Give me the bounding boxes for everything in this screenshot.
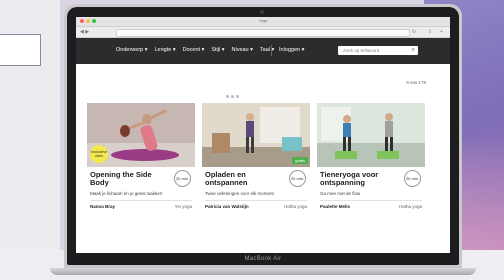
laptop-base [50,268,476,275]
address-bar[interactable] [116,29,410,37]
browser-window: Yoga ◀ ▶ ↻ ⇪ + Onderwerp ▾ Lengte ▾ Doce… [76,17,450,253]
laptop: Yoga ◀ ▶ ↻ ⇪ + Onderwerp ▾ Lengte ▾ Doce… [64,4,462,270]
nav-lengte[interactable]: Lengte ▾ [155,47,176,53]
nav-niveau[interactable]: Niveau ▾ [232,47,253,53]
card-category[interactable]: Yin yoga [175,204,192,209]
share-icon[interactable]: ⇪ [428,29,432,35]
screen-bezel: Yoga ◀ ▶ ↻ ⇪ + Onderwerp ▾ Lengte ▾ Doce… [67,7,459,265]
browser-toolbar: ◀ ▶ ↻ ⇪ + [76,27,450,38]
login-menu[interactable]: Inloggen ▾ [279,47,304,53]
search-placeholder: Zoek op trefwoord [343,48,380,53]
free-tag: gratis [292,157,308,164]
window-titlebar: Yoga [76,17,450,27]
nav-divider [271,45,272,56]
carousel-dots [226,95,239,98]
exclusive-badge: exclusieve video [90,145,108,163]
card-author[interactable]: Nanna Bray [90,204,115,209]
card-subtitle: Twee oefeningen voor elk moment [205,191,274,196]
duration-badge: 20 min. [174,170,191,187]
nav-stijl[interactable]: Stijl ▾ [211,47,224,53]
card-category[interactable]: Hatha yoga [399,204,422,209]
search-input[interactable]: Zoek op trefwoord ⌕ [338,46,418,55]
duration-badge: 20 min. [404,170,421,187]
video-thumbnail[interactable]: exclusieve video [87,103,195,167]
video-thumbnail[interactable]: gratis [202,103,310,167]
video-card[interactable]: exclusieve video Opening the Side Body 2… [87,103,195,213]
site-navbar: Onderwerp ▾ Lengte ▾ Docent ▾ Stijl ▾ Ni… [76,38,450,64]
card-author[interactable]: Patricia van Walstijn [205,204,249,209]
card-subtitle: Ga mee met de flow [320,191,361,196]
duration-badge: 20 min. [289,170,306,187]
search-icon[interactable]: ⌕ [412,47,415,54]
card-title[interactable]: Opening the Side Body [90,171,166,187]
nav-taal[interactable]: Taal ▾ [260,47,274,53]
video-card[interactable]: gratis Opladen en ontspannen 20 min. Twe… [202,103,310,213]
card-divider [205,200,307,201]
nav-onderwerp[interactable]: Onderwerp ▾ [116,47,148,53]
card-author[interactable]: Paulette Melis [320,204,350,209]
back-forward-icon[interactable]: ◀ ▶ [80,29,89,35]
card-subtitle: Maak je lichaam én je geest wakker! [90,191,163,196]
video-thumbnail[interactable] [317,103,425,167]
video-card[interactable]: Tieneryoga voor ontspanning 20 min. Ga m… [317,103,425,213]
nav-docent[interactable]: Docent ▾ [183,47,205,53]
card-title[interactable]: Tieneryoga voor ontspanning [320,171,396,187]
results-count: 9 van 178 [406,80,426,85]
camera-icon [260,10,264,14]
card-category[interactable]: Hatha yoga [284,204,307,209]
laptop-brand-label: MacBook Air [244,256,282,262]
tabs-icon[interactable]: + [440,29,443,35]
window-title: Yoga [258,18,268,23]
card-title[interactable]: Opladen en ontspannen [205,171,281,187]
reload-icon[interactable]: ↻ [412,29,416,35]
card-divider [320,200,422,201]
background-object [0,34,41,66]
card-divider [90,200,192,201]
